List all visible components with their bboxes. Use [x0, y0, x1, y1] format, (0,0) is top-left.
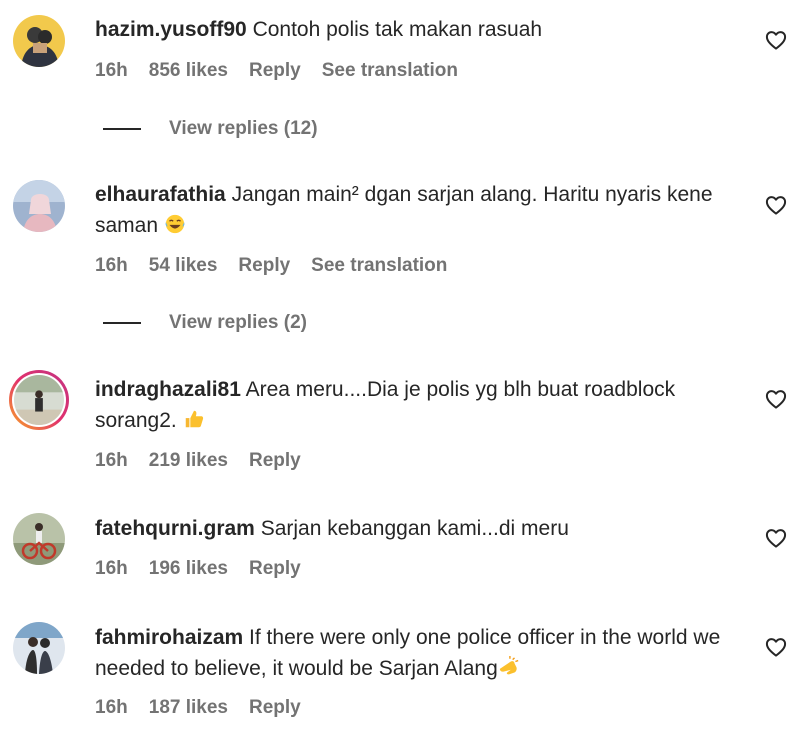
- comment-likes[interactable]: 856 likes: [149, 60, 228, 82]
- heart-outline-icon[interactable]: [765, 195, 787, 215]
- view-replies-button[interactable]: View replies (12): [103, 118, 318, 140]
- comment-text: fatehqurni.gram Sarjan kebanggan kami...…: [95, 513, 745, 544]
- see-translation-button[interactable]: See translation: [311, 255, 447, 277]
- avatar-story-ring: [12, 373, 66, 427]
- comment-text: fahmirohaizam If there were only one pol…: [95, 622, 745, 684]
- laughing-tears-emoji: [165, 214, 185, 234]
- comment-time[interactable]: 16h: [95, 255, 128, 277]
- avatar[interactable]: [13, 513, 65, 565]
- comment-text: hazim.yusoff90 Contoh polis tak makan ra…: [95, 14, 745, 45]
- heart-outline-icon[interactable]: [765, 528, 787, 548]
- heart-outline-icon[interactable]: [765, 637, 787, 657]
- comment-likes[interactable]: 187 likes: [149, 697, 228, 719]
- comment-meta: 16h 219 likes Reply: [95, 450, 322, 472]
- comment-username[interactable]: hazim.yusoff90: [95, 18, 247, 41]
- view-replies-label: View replies (2): [169, 312, 307, 333]
- replies-divider: [103, 322, 141, 324]
- comment-likes[interactable]: 219 likes: [149, 450, 228, 472]
- comment-username[interactable]: fahmirohaizam: [95, 626, 243, 649]
- comment-body: Contoh polis tak makan rasuah: [252, 18, 543, 41]
- see-translation-button[interactable]: See translation: [322, 60, 458, 82]
- comment-time[interactable]: 16h: [95, 450, 128, 472]
- reply-button[interactable]: Reply: [238, 255, 290, 277]
- heart-outline-icon[interactable]: [765, 389, 787, 409]
- view-replies-button[interactable]: View replies (2): [103, 312, 307, 334]
- thumbs-up-emoji: [185, 410, 203, 428]
- comment-meta: 16h 187 likes Reply: [95, 697, 322, 719]
- comment-meta: 16h 856 likes Reply See translation: [95, 60, 479, 82]
- comment-time[interactable]: 16h: [95, 697, 128, 719]
- saluting-hand-emoji: [499, 656, 519, 675]
- replies-divider: [103, 128, 141, 130]
- avatar[interactable]: [13, 15, 65, 67]
- comment-body: Sarjan kebanggan kami...di meru: [260, 517, 569, 540]
- comment-username[interactable]: elhaurafathia: [95, 183, 226, 206]
- comment-time[interactable]: 16h: [95, 558, 128, 580]
- comment-time[interactable]: 16h: [95, 60, 128, 82]
- reply-button[interactable]: Reply: [249, 60, 301, 82]
- heart-outline-icon[interactable]: [765, 30, 787, 50]
- avatar[interactable]: [13, 622, 65, 674]
- comment-meta: 16h 54 likes Reply See translation: [95, 255, 468, 277]
- comment-text: elhaurafathia Jangan main² dgan sarjan a…: [95, 179, 745, 241]
- comment-text: indraghazali81 Area meru....Dia je polis…: [95, 374, 745, 436]
- avatar[interactable]: [13, 180, 65, 232]
- reply-button[interactable]: Reply: [249, 450, 301, 472]
- comment-username[interactable]: fatehqurni.gram: [95, 517, 255, 540]
- reply-button[interactable]: Reply: [249, 697, 301, 719]
- comment-meta: 16h 196 likes Reply: [95, 558, 322, 580]
- comment-likes[interactable]: 196 likes: [149, 558, 228, 580]
- comment-username[interactable]: indraghazali81: [95, 378, 241, 401]
- view-replies-label: View replies (12): [169, 118, 318, 139]
- comment-likes[interactable]: 54 likes: [149, 255, 218, 277]
- reply-button[interactable]: Reply: [249, 558, 301, 580]
- avatar[interactable]: [9, 370, 69, 430]
